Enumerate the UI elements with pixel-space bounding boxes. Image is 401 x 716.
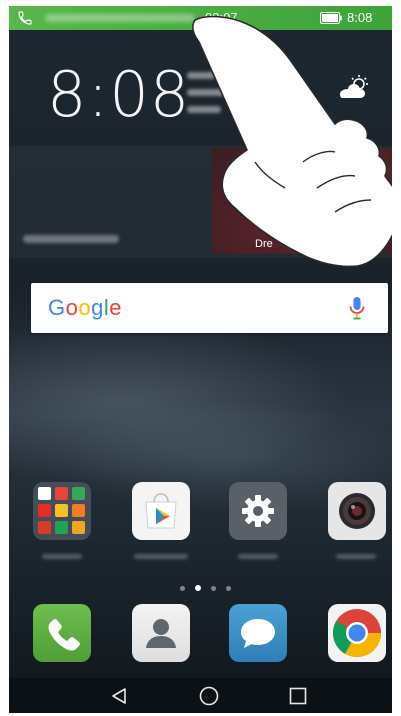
maps-icon (72, 487, 85, 500)
page-indicator[interactable] (180, 578, 241, 591)
camera-label (336, 554, 376, 559)
google-logo: Google (48, 295, 122, 321)
camera-app[interactable] (328, 482, 386, 540)
google-logo-letter: G (48, 295, 66, 320)
google-logo-letter: g (91, 295, 104, 320)
microphone-icon[interactable] (348, 296, 366, 320)
home-circle-icon[interactable] (199, 686, 219, 706)
settings-app[interactable] (229, 482, 287, 540)
clock-widget-time[interactable]: 8:08 (47, 58, 190, 131)
back-triangle-icon[interactable] (110, 687, 128, 705)
gmail-icon (55, 487, 68, 500)
contacts-app[interactable] (132, 604, 190, 662)
google-search-bar[interactable]: Google (31, 283, 388, 333)
chrome-app[interactable] (328, 604, 386, 662)
google-logo-letter: o (78, 295, 92, 320)
contacts-icon (146, 619, 176, 648)
google-folder[interactable] (33, 482, 91, 540)
page-dot-active (195, 585, 201, 591)
google-app-icon (38, 487, 51, 500)
page-dot (180, 586, 185, 591)
photos-icon (38, 521, 51, 534)
recents-square-icon[interactable] (289, 687, 307, 705)
play-icon (72, 521, 85, 534)
phone-icon (48, 619, 80, 651)
camera-icon (339, 493, 375, 529)
settings-label (238, 554, 278, 559)
music-widget-caption (23, 235, 119, 243)
play-store-icon (145, 493, 177, 529)
page-dot (226, 586, 231, 591)
messages-icon (241, 619, 275, 648)
chrome-icon (332, 609, 381, 658)
music-icon (72, 504, 85, 517)
google-logo-letter: e (109, 295, 123, 320)
drive-icon (55, 504, 68, 517)
google-logo-letter: o (65, 295, 79, 320)
messages-app[interactable] (229, 604, 287, 662)
status-notification-text (45, 14, 195, 22)
phone-screen: 00:07 8:08 8:08 Dre G (9, 6, 392, 713)
play-store-label (134, 554, 188, 559)
youtube-icon (38, 504, 51, 517)
swipe-hand-illustration (192, 15, 392, 268)
page-dot (211, 586, 216, 591)
folder-label (42, 554, 82, 559)
hangouts-icon (55, 521, 68, 534)
phone-call-icon (18, 11, 32, 25)
gear-icon (242, 495, 274, 527)
phone-app[interactable] (33, 604, 91, 662)
navigation-bar (9, 678, 392, 713)
play-store-app[interactable] (132, 482, 190, 540)
